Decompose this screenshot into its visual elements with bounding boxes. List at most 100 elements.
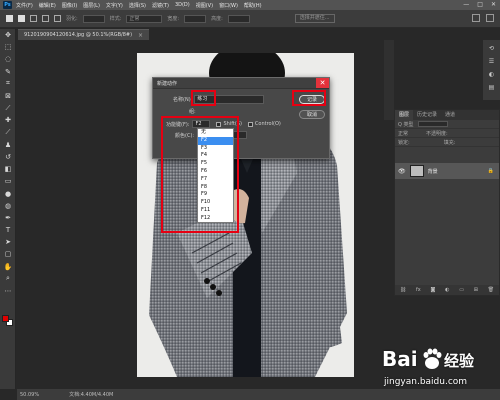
menu-help[interactable]: 帮助(H) [244, 2, 262, 9]
properties-panel-icon[interactable]: ☰ [489, 58, 494, 65]
zoom-tool-icon[interactable]: ⌕ [0, 273, 16, 285]
visibility-eye-icon[interactable]: 👁 [398, 168, 406, 175]
document-tab[interactable]: 9120190904120614.jpg @ 50.1%(RGB/8#) × [18, 29, 150, 40]
control-label: Control(O) [254, 121, 281, 127]
menu-file[interactable]: 文件(F) [16, 2, 33, 9]
menu-filter[interactable]: 滤镜(T) [152, 2, 169, 9]
menu-layer[interactable]: 图层(L) [83, 2, 100, 9]
foreground-color-swatch[interactable] [2, 315, 9, 322]
pen-tool-icon[interactable]: ✒ [0, 212, 16, 224]
marquee-tool-preset-icon[interactable] [6, 15, 13, 22]
dialog-title: 新建动作 [157, 80, 178, 87]
intersect-selection-icon[interactable] [54, 15, 61, 22]
layer-kind-select[interactable] [417, 121, 448, 127]
libraries-panel-icon[interactable]: ▤ [489, 84, 495, 91]
maximize-button[interactable]: □ [477, 1, 483, 8]
dodge-tool-icon[interactable]: ◍ [0, 200, 16, 212]
layer-filter-row: Q 类型 [395, 120, 499, 129]
layers-panel-tabs: 图层 历史记录 通道 [395, 110, 499, 120]
subtract-selection-icon[interactable] [42, 15, 49, 22]
menu-window[interactable]: 窗口(W) [219, 2, 238, 9]
blend-row: 正常 不透明度: [395, 129, 499, 138]
dialog-title-bar: 新建动作 ✕ [153, 78, 329, 89]
move-tool-icon[interactable]: ✥ [0, 29, 16, 41]
mask-icon[interactable]: ◙ [431, 287, 436, 293]
height-input[interactable] [227, 14, 250, 23]
tab-channels[interactable]: 通道 [441, 110, 459, 120]
watermark-suffix: 经验 [444, 352, 475, 370]
panel-icon-dock: ⟲ ☰ ◐ ▤ [483, 40, 500, 100]
tab-layers[interactable]: 图层 [395, 110, 414, 120]
adjustments-panel-icon[interactable]: ◐ [489, 71, 494, 78]
fx-icon[interactable]: fx [416, 287, 421, 293]
healing-brush-tool-icon[interactable]: ✚ [0, 114, 16, 126]
tools-panel: ✥ ⬚ ◌ ✎ ⌗ ⊠ ⟋ ✚ ⟋ ♟ ↺ ◧ ▭ ● ◍ ✒ T ➤ ▢ ✋ … [0, 29, 16, 389]
link-icon[interactable]: ⛓ [400, 287, 406, 293]
history-panel-icon[interactable]: ⟲ [489, 45, 494, 52]
eyedropper-tool-icon[interactable]: ⟋ [0, 102, 16, 114]
photoshop-logo: Ps [3, 1, 12, 9]
path-selection-tool-icon[interactable]: ➤ [0, 236, 16, 248]
menu-bar: Ps 文件(F) 编辑(E) 图像(I) 图层(L) 文字(Y) 选择(S) 滤… [0, 0, 500, 10]
workspace-icon[interactable] [486, 14, 494, 22]
baidu-watermark: Bai 经验 jingyan.baidu.com [382, 345, 497, 395]
panel-collapse-strip [384, 40, 394, 120]
watermark-url: jingyan.baidu.com [384, 377, 468, 387]
lock-label: 锁定: [398, 139, 410, 146]
options-right-icons [472, 14, 494, 22]
blend-mode-select[interactable]: 正常 [398, 130, 408, 137]
feather-label: 羽化: [66, 16, 78, 22]
blur-tool-icon[interactable]: ● [0, 187, 16, 199]
layer-kind-label: Q 类型 [398, 121, 414, 128]
name-row: 名称(N): 练习 [173, 95, 265, 104]
baidu-paw-icon [423, 348, 442, 369]
select-and-mask-button[interactable]: 选择并遮住... [294, 14, 335, 23]
lasso-tool-icon[interactable]: ◌ [0, 53, 16, 65]
menu-type[interactable]: 文字(Y) [106, 2, 123, 9]
style-select[interactable]: 正常 [126, 14, 163, 23]
minimize-button[interactable]: — [463, 1, 469, 8]
zoom-level[interactable]: 50.09% [20, 392, 39, 398]
group-label: 组: [189, 109, 196, 115]
history-brush-tool-icon[interactable]: ↺ [0, 151, 16, 163]
more-tools-icon[interactable]: ⋯ [0, 285, 16, 297]
search-icon[interactable] [472, 14, 480, 22]
window-controls: — □ ✕ [463, 1, 496, 8]
dialog-close-button[interactable]: ✕ [316, 78, 329, 88]
tab-history[interactable]: 历史记录 [413, 110, 441, 120]
clone-stamp-tool-icon[interactable]: ♟ [0, 139, 16, 151]
document-info[interactable]: 文档:4.40M/4.40M [69, 391, 113, 398]
menu-3d[interactable]: 3D(D) [175, 2, 190, 8]
marquee-tool-icon[interactable]: ⬚ [0, 41, 16, 53]
name-label: 名称(N): [173, 97, 193, 103]
shape-tool-icon[interactable]: ▢ [0, 248, 16, 260]
annotation-box-function-key [161, 116, 239, 233]
gradient-tool-icon[interactable]: ▭ [0, 175, 16, 187]
width-input[interactable] [184, 14, 207, 23]
control-checkbox[interactable] [247, 121, 253, 127]
menu-image[interactable]: 图像(I) [62, 2, 77, 9]
menu-select[interactable]: 选择(S) [129, 2, 146, 9]
eraser-tool-icon[interactable]: ◧ [0, 163, 16, 175]
new-selection-icon[interactable] [18, 15, 25, 22]
new-layer-icon[interactable]: ⊞ [474, 287, 478, 293]
type-tool-icon[interactable]: T [0, 224, 16, 236]
adjust-icon[interactable]: ◐ [445, 287, 449, 293]
close-tab-icon[interactable]: × [138, 32, 143, 39]
feather-input[interactable] [82, 14, 105, 23]
add-selection-icon[interactable] [30, 15, 37, 22]
trash-icon[interactable]: 🗑 [488, 287, 494, 293]
folder-icon[interactable]: ▭ [459, 287, 464, 293]
hand-tool-icon[interactable]: ✋ [0, 261, 16, 273]
menu-view[interactable]: 视图(V) [196, 2, 213, 9]
frame-tool-icon[interactable]: ⊠ [0, 90, 16, 102]
menu-edit[interactable]: 编辑(E) [39, 2, 56, 9]
cancel-button[interactable]: 取消 [299, 110, 325, 119]
quick-select-tool-icon[interactable]: ✎ [0, 66, 16, 78]
style-label: 样式: [109, 16, 122, 22]
brush-tool-icon[interactable]: ⟋ [0, 127, 16, 139]
crop-tool-icon[interactable]: ⌗ [0, 78, 16, 90]
lock-row: 锁定: 填充: [395, 138, 499, 147]
layer-row-background[interactable]: 👁 背景 🔒 [395, 163, 499, 179]
close-window-button[interactable]: ✕ [491, 1, 496, 8]
